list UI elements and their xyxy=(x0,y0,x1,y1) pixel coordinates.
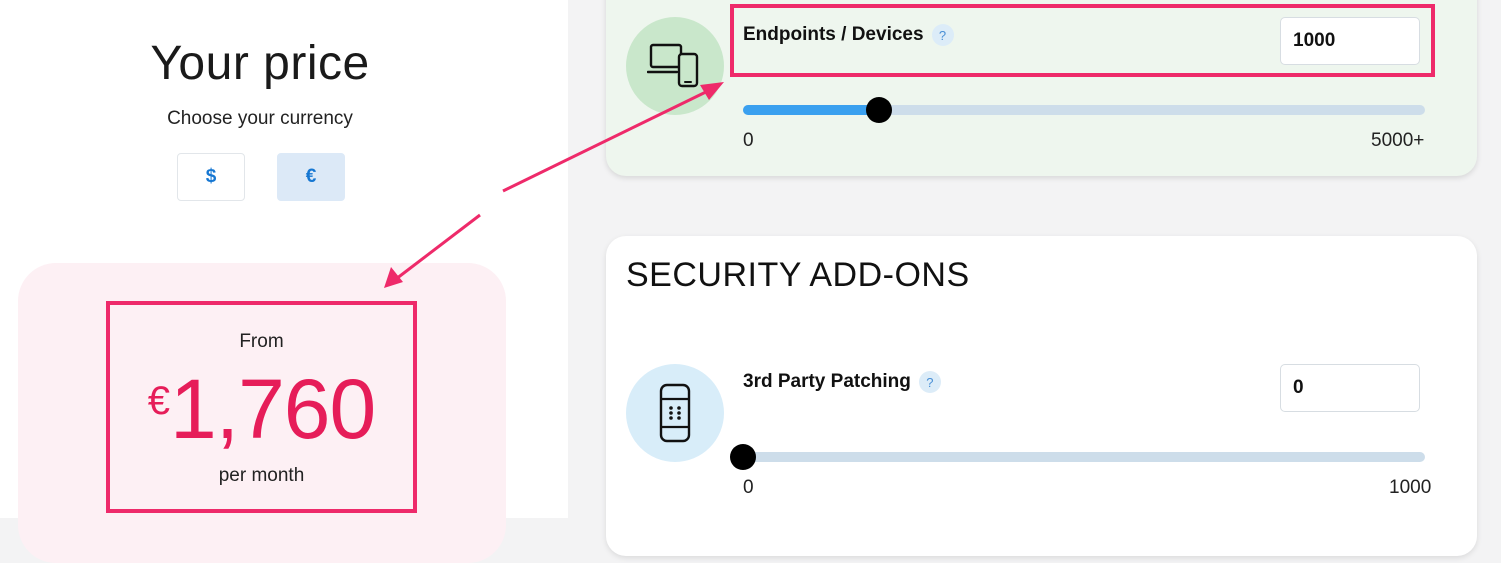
annotation-arrow xyxy=(384,82,724,288)
